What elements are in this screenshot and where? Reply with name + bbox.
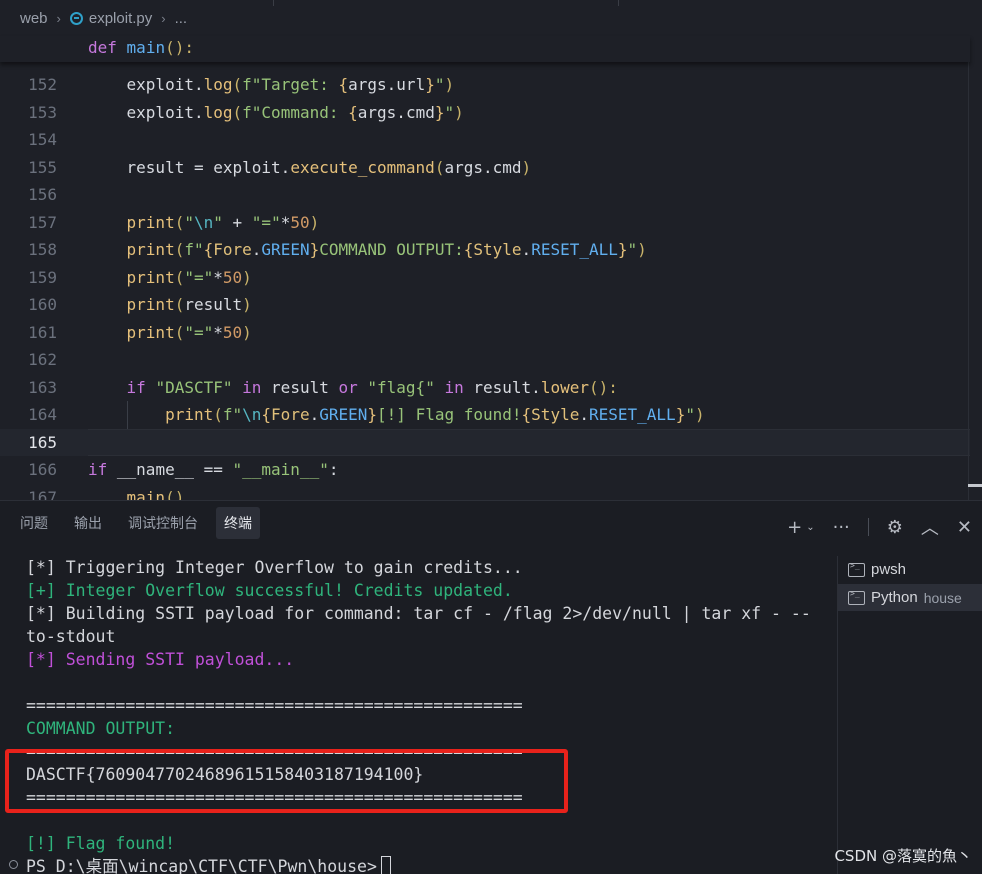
terminal-line: [*] Triggering Integer Overflow to gain …: [26, 558, 523, 577]
terminal-item-python[interactable]: Python house: [838, 584, 982, 611]
code-line-167: 167 main(): [0, 484, 970, 501]
terminal-cursor: [380, 856, 391, 874]
terminal-line: [*] Sending SSTI payload...: [26, 650, 295, 669]
line-number: 154: [28, 130, 57, 149]
line-number: 153: [28, 102, 57, 122]
panel-actions: + ⌄ ··· ⚙ ︿ ✕: [787, 514, 972, 540]
code-line-162: 162: [0, 346, 970, 374]
terminal-line: [*] Building SSTI payload for command: t…: [26, 604, 811, 623]
highlight-annotation-box: [5, 749, 568, 813]
code-line-156: 156: [0, 181, 970, 209]
code-text: if "DASCTF" in result or "flag{" in resu…: [126, 377, 618, 397]
terminal-item-pwsh[interactable]: pwsh: [838, 556, 982, 583]
code-line-164: 164 print(f"\n{Fore.GREEN}[!] Flag found…: [0, 401, 970, 429]
code-line-158: 158 print(f"{Fore.GREEN}COMMAND OUTPUT:{…: [0, 236, 970, 264]
bottom-panel: 问题 输出 调试控制台 终端 + ⌄ ··· ⚙ ︿ ✕ [*] Trigger…: [0, 500, 982, 874]
command-decoration-icon[interactable]: [9, 860, 18, 869]
settings-icon[interactable]: ⚙: [887, 517, 903, 538]
code-line-152: 152 exploit.log(f"Target: {args.url}"): [0, 71, 970, 99]
code-line-166: 166 if __name__ == "__main__":: [0, 456, 970, 484]
code-line-159: 159 print("="*50): [0, 264, 970, 292]
terminal-prompt-line[interactable]: PS D:\桌面\wincap\CTF\CTF\Pwn\house>: [26, 855, 826, 874]
sticky-scroll-header[interactable]: def main():: [0, 36, 970, 62]
close-icon[interactable]: ✕: [957, 517, 972, 538]
terminal-line: ========================================…: [26, 696, 523, 715]
chevron-right-icon: ›: [161, 10, 166, 26]
terminal-item-label: pwsh: [871, 561, 907, 578]
breadcrumb-file[interactable]: exploit.py: [89, 10, 152, 27]
code-text: result = exploit.execute_command(args.cm…: [126, 157, 532, 177]
divider: [867, 518, 869, 536]
code-line-154: 154: [0, 126, 970, 154]
line-number: 164: [28, 405, 57, 424]
code-line-153: 153 exploit.log(f"Command: {args.cmd}"): [0, 99, 970, 127]
code-text: print(f"\n{Fore.GREEN}[!] Flag found!{St…: [165, 405, 705, 424]
add-terminal-icon[interactable]: +: [787, 517, 802, 538]
watermark: CSDN @落寞的魚丶: [834, 847, 972, 865]
tab-terminal[interactable]: 终端: [216, 507, 260, 539]
line-number: 163: [28, 377, 57, 397]
terminal-output[interactable]: [*] Triggering Integer Overflow to gain …: [26, 556, 826, 874]
code-line-161: 161 print("="*50): [0, 319, 970, 347]
line-number: 165: [28, 432, 57, 452]
terminal-icon: [848, 561, 865, 577]
line-number: 159: [28, 267, 57, 287]
code-text: main(): [126, 487, 185, 501]
python-file-icon: [69, 11, 83, 25]
terminal-item-subtitle: house: [923, 589, 962, 606]
code-text: print("="*50): [126, 267, 252, 287]
terminal-item-label: Python: [871, 589, 918, 606]
line-number: 160: [28, 295, 57, 314]
editor-scrollbar[interactable]: [968, 36, 982, 500]
terminal-line: COMMAND OUTPUT:: [26, 719, 176, 738]
chevron-right-icon: ›: [56, 10, 61, 26]
code-text: print(result): [126, 295, 252, 314]
code-text: print(f"{Fore.GREEN}COMMAND OUTPUT:{Styl…: [126, 240, 647, 259]
code-editor[interactable]: web › exploit.py › ... def main(): 152 e…: [0, 0, 982, 500]
more-icon[interactable]: ···: [833, 517, 850, 538]
breadcrumb-folder[interactable]: web: [20, 10, 48, 27]
terminal-line: [+] Integer Overflow successful! Credits…: [26, 581, 513, 600]
code-line-160: 160 print(result): [0, 291, 970, 319]
code-line-165-current[interactable]: 165: [0, 428, 970, 456]
breadcrumb-more[interactable]: ...: [175, 10, 188, 27]
line-number: 166: [28, 460, 57, 479]
line-number: 167: [28, 487, 57, 501]
code-text: exploit.log(f"Command: {args.cmd}"): [126, 102, 464, 122]
line-number: 152: [28, 75, 57, 94]
breadcrumb: web › exploit.py › ...: [0, 0, 982, 36]
code-line-163: 163 if "DASCTF" in result or "flag{" in …: [0, 374, 970, 402]
line-number: 156: [28, 185, 57, 204]
tab-problems[interactable]: 问题: [12, 507, 56, 539]
code-text: print("="*50): [126, 322, 252, 342]
code-lines: 152 exploit.log(f"Target: {args.url}") 1…: [0, 71, 970, 500]
terminal-line: [!] Flag found!: [26, 834, 176, 853]
code-text: print("\n" + "="*50): [126, 212, 320, 232]
code-text: if __name__ == "__main__":: [88, 460, 339, 479]
code-text: exploit.log(f"Target: {args.url}"): [126, 75, 455, 94]
terminal-list: pwsh Python house: [837, 556, 982, 874]
line-number: 161: [28, 322, 57, 342]
scrollbar-thumb[interactable]: [968, 484, 982, 487]
line-number: 157: [28, 212, 57, 232]
panel-tabs: 问题 输出 调试控制台 终端: [0, 501, 270, 545]
chevron-down-icon[interactable]: ⌄: [806, 522, 814, 533]
tab-output[interactable]: 输出: [66, 507, 110, 539]
terminal-prompt: PS D:\桌面\wincap\CTF\CTF\Pwn\house>: [26, 857, 377, 874]
code-line-155: 155 result = exploit.execute_command(arg…: [0, 154, 970, 182]
terminal-icon: [848, 589, 865, 605]
line-number: 158: [28, 240, 57, 259]
sticky-line: def main():: [88, 38, 194, 57]
line-number: 155: [28, 157, 57, 177]
code-line-157: 157 print("\n" + "="*50): [0, 209, 970, 237]
terminal-line: to-stdout: [26, 627, 116, 646]
tab-debug-console[interactable]: 调试控制台: [120, 507, 206, 539]
maximize-icon[interactable]: ︿: [921, 514, 939, 540]
line-number: 162: [28, 350, 57, 369]
